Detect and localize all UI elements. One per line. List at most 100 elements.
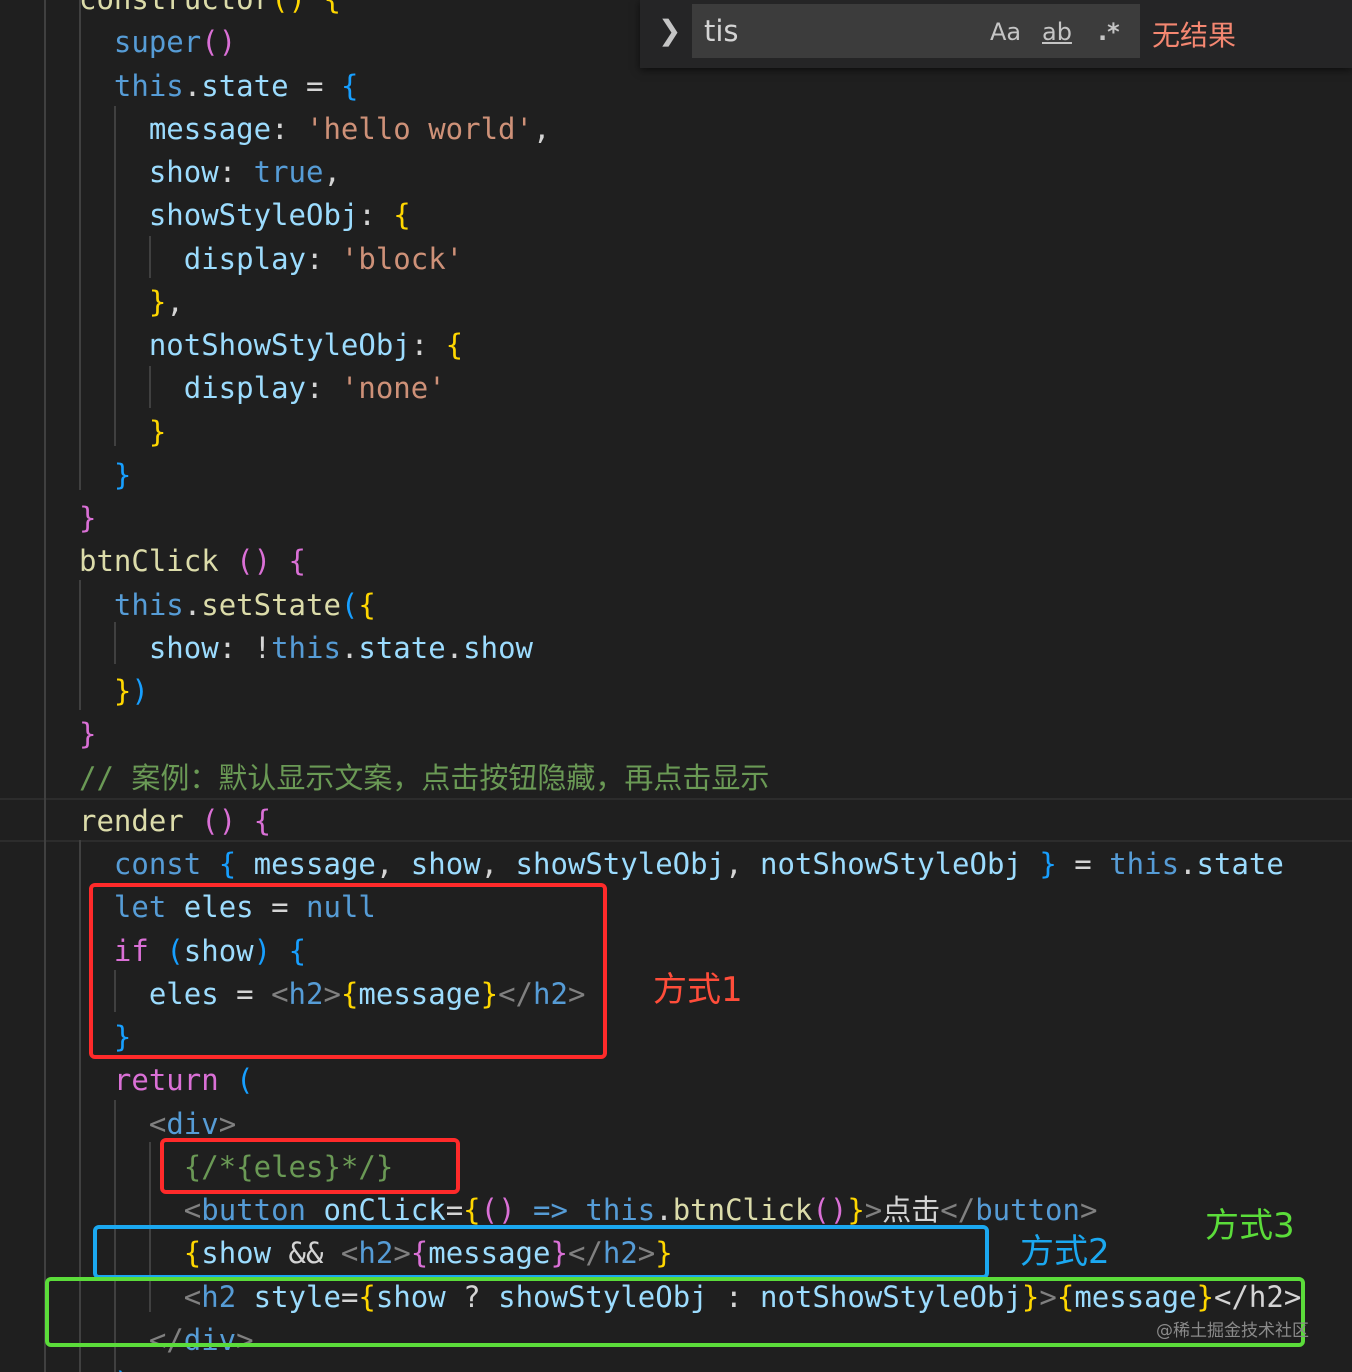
code-token: { xyxy=(445,328,464,362)
method2-box xyxy=(93,1225,989,1279)
code-token: notShowStyleObj xyxy=(148,328,411,362)
code-token: super xyxy=(113,25,202,60)
code-line: show: true, xyxy=(79,151,341,194)
code-line: // 案例：默认显示文案，点击按钮隐藏，再点击显示 xyxy=(79,757,769,800)
indent-guide xyxy=(44,0,46,1372)
code-line: this.state = { xyxy=(79,65,358,108)
code-line: display: 'block' xyxy=(79,238,463,281)
code-line: } xyxy=(79,713,96,756)
code-line: } xyxy=(79,411,166,454)
code-token: . xyxy=(1179,847,1197,881)
code-token: { xyxy=(358,587,376,622)
code-token: , xyxy=(375,847,411,881)
regex-icon[interactable]: .* xyxy=(1098,18,1120,46)
find-input[interactable]: tis Aa ab .* xyxy=(692,4,1140,58)
code-token: , xyxy=(166,284,184,319)
code-token: this xyxy=(271,630,341,665)
code-token: this xyxy=(585,1193,656,1227)
code-token: constructor xyxy=(79,0,271,16)
code-token: : ! xyxy=(218,630,272,665)
code-token: { xyxy=(463,1193,481,1227)
code-token: btnClick xyxy=(79,544,219,579)
code-token: } xyxy=(148,284,167,319)
code-token: </ xyxy=(940,1193,976,1227)
code-token: display xyxy=(183,241,306,276)
code-line: message: 'hello world', xyxy=(79,108,551,151)
code-token: state xyxy=(201,68,289,103)
whole-word-icon[interactable]: ab xyxy=(1042,18,1072,46)
code-token: 'hello world' xyxy=(305,111,533,146)
code-token: < xyxy=(148,1106,167,1141)
code-token: = xyxy=(1056,847,1110,881)
code-token: () { xyxy=(271,0,341,16)
code-token: : xyxy=(305,241,341,276)
code-token: show xyxy=(148,155,219,189)
code-token: () xyxy=(812,1193,848,1227)
code-token: } xyxy=(113,457,132,492)
code-token: } xyxy=(79,501,97,535)
watermark: @稀土掘金技术社区 xyxy=(1156,1321,1309,1341)
code-token: true xyxy=(253,155,324,189)
code-token: () xyxy=(201,803,237,838)
code-line: show: !this.state.show xyxy=(79,627,533,670)
code-line: notShowStyleObj: { xyxy=(79,324,463,367)
find-query: tis xyxy=(704,14,739,48)
code-token: 点击 xyxy=(882,1193,941,1227)
code-token: , xyxy=(480,847,516,881)
code-line: constructor() { xyxy=(79,0,341,21)
chevron-right-icon[interactable]: ❯ xyxy=(658,14,681,47)
code-line: const { message, show, showStyleObj, not… xyxy=(79,843,1284,886)
code-token: display xyxy=(183,371,306,406)
code-token: ( xyxy=(340,587,359,622)
code-token: () xyxy=(236,544,272,579)
code-token: { xyxy=(218,847,237,881)
code-token: notShowStyleObj xyxy=(759,847,1022,881)
code-token: : xyxy=(305,371,341,406)
method3-label: 方式3 xyxy=(1205,1206,1295,1246)
code-token: show xyxy=(148,630,219,665)
code-token: , xyxy=(725,847,760,881)
code-token: => xyxy=(533,1193,568,1227)
find-status: 无结果 xyxy=(1152,19,1237,52)
code-token: () xyxy=(201,25,237,60)
code-line: display: 'none' xyxy=(79,367,446,410)
code-token: this xyxy=(113,587,184,622)
code-token: . xyxy=(183,68,202,103)
code-token: > xyxy=(864,1193,883,1227)
match-case-icon[interactable]: Aa xyxy=(990,18,1021,46)
code-token: div xyxy=(166,1106,219,1141)
code-token: show xyxy=(463,630,534,665)
code-token: } xyxy=(79,717,97,752)
code-token: onClick xyxy=(323,1193,446,1227)
code-token: show xyxy=(410,847,481,881)
code-line: ) xyxy=(79,1362,131,1372)
method1-box xyxy=(89,883,607,1059)
code-token: state xyxy=(358,630,446,665)
method3-box xyxy=(45,1277,1305,1347)
code-token: showStyleObj xyxy=(515,847,726,881)
code-token: const xyxy=(113,847,202,881)
code-token: = xyxy=(288,68,341,103)
code-line: } xyxy=(79,454,131,497)
code-line: showStyleObj: { xyxy=(79,194,411,237)
code-token: . xyxy=(655,1193,673,1227)
code-token: this xyxy=(113,68,184,103)
code-line: render () { xyxy=(79,800,271,843)
